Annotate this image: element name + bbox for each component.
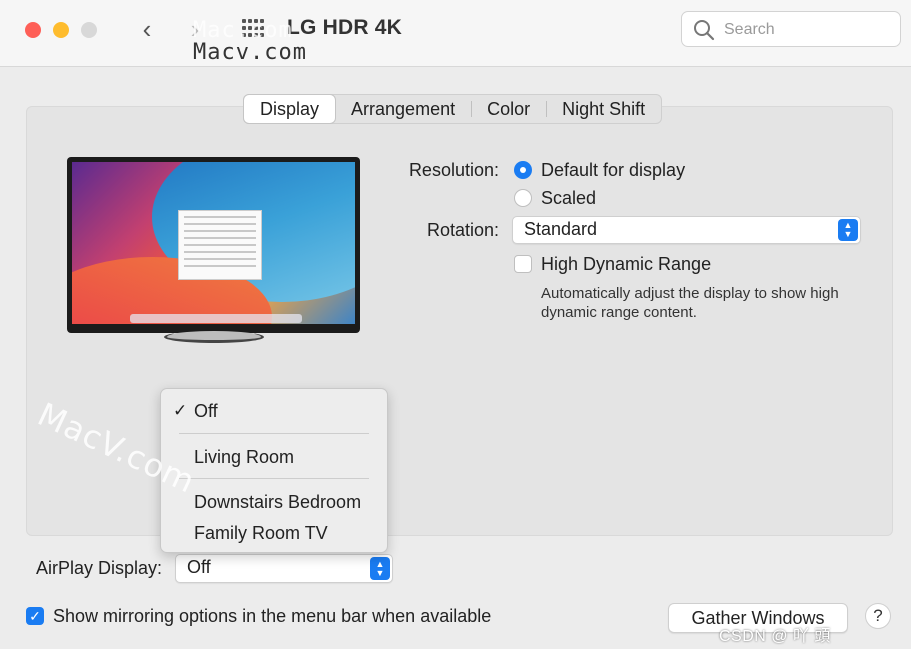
rotation-select[interactable]: Standard ▲ ▼: [512, 216, 861, 244]
zoom-window-button[interactable]: [81, 22, 97, 38]
tab-color[interactable]: Color: [471, 95, 546, 123]
search-icon: [694, 20, 715, 41]
mirroring-checkbox[interactable]: ✓: [26, 607, 44, 625]
menu-item-off[interactable]: Off: [194, 401, 218, 422]
menu-separator: [179, 433, 369, 434]
csdn-watermark: CSDN @​​ 吖​ 頭​: [719, 628, 831, 645]
tab-arrangement[interactable]: Arrangement: [335, 95, 471, 123]
airplay-value: Off: [187, 557, 211, 577]
select-stepper-icon: ▲ ▼: [370, 557, 390, 580]
search-input[interactable]: [722, 18, 896, 42]
airplay-select[interactable]: Off ▲ ▼: [175, 554, 393, 583]
monitor-illustration: [67, 157, 360, 333]
monitor-screen-image: [72, 162, 355, 324]
chevron-left-icon: ‹: [142, 14, 152, 44]
hdr-checkbox[interactable]: [514, 255, 532, 273]
mirroring-label[interactable]: Show mirroring options in the menu bar w…: [53, 606, 491, 627]
tab-display[interactable]: Display: [244, 95, 336, 123]
window-title: LG HDR 4K: [287, 16, 402, 39]
tab-night-shift[interactable]: Night Shift: [546, 95, 661, 123]
hdr-hint-line1: Automatically adjust the display to show…: [541, 285, 839, 302]
select-stepper-icon: ▲ ▼: [838, 219, 858, 241]
checkmark-icon: ✓: [173, 401, 188, 420]
radio-scaled[interactable]: [514, 189, 532, 207]
monitor-stand: [164, 331, 264, 343]
menu-item-downstairs-bedroom[interactable]: Downstairs Bedroom: [194, 492, 361, 513]
watermark-text: Mac.com Macv.com: [193, 18, 307, 65]
checkmark-icon: ✓: [29, 608, 41, 624]
minimize-window-button[interactable]: [53, 22, 69, 38]
rotation-value: Standard: [524, 219, 598, 239]
close-window-button[interactable]: [25, 22, 41, 38]
menu-item-family-room-tv[interactable]: Family Room TV: [194, 523, 328, 544]
rotation-label: Rotation:: [426, 220, 499, 240]
title-bar: ‹ › LG HDR 4K Mac.com Macv.com: [0, 0, 911, 67]
radio-scaled-label[interactable]: Scaled: [541, 188, 596, 209]
search-field[interactable]: [681, 11, 901, 47]
help-button[interactable]: ?: [865, 603, 891, 629]
radio-default-for-display[interactable]: [514, 161, 532, 179]
menu-item-living-room[interactable]: Living Room: [194, 447, 294, 468]
resolution-label: Resolution:: [408, 160, 499, 180]
menu-separator: [179, 478, 369, 479]
hdr-label[interactable]: High Dynamic Range: [541, 254, 711, 275]
airplay-label: AirPlay Display:: [35, 558, 162, 578]
radio-default-label[interactable]: Default for display: [541, 160, 685, 181]
tab-bar: Display Arrangement Color Night Shift: [243, 94, 663, 124]
hdr-hint-line2: dynamic range content.: [541, 304, 697, 321]
back-button[interactable]: ‹: [133, 14, 161, 46]
